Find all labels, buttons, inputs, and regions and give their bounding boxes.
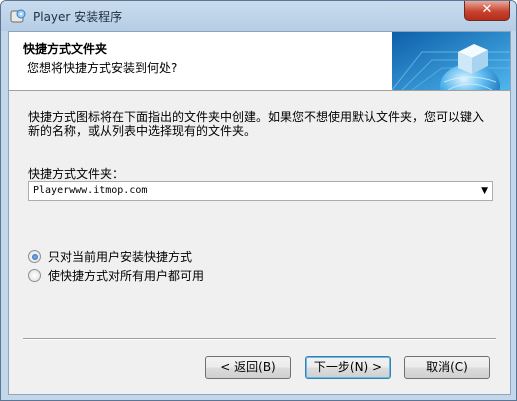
installer-app-icon	[10, 9, 26, 23]
next-button[interactable]: 下一步(N) >	[305, 356, 391, 379]
installer-window: Player 安装程序 ✕ 快捷方式文件夹 您想将快捷方式安装到何处? 快捷方式…	[0, 0, 517, 401]
chevron-down-icon[interactable]: ▼	[481, 186, 488, 196]
folder-combobox-value: Playerwww.itmop.com	[33, 185, 148, 196]
close-button[interactable]: ✕	[464, 1, 510, 21]
folder-combobox[interactable]: Playerwww.itmop.com ▼	[28, 181, 493, 201]
header-banner-image	[392, 32, 510, 90]
wizard-body: 快捷方式文件夹 您想将快捷方式安装到何处? 快捷方式图标将在下面指出的文件夹中创…	[8, 31, 511, 395]
back-button[interactable]: < 返回(B)	[205, 356, 291, 379]
radio-current-user-button[interactable]	[28, 250, 41, 263]
radio-all-users[interactable]: 使快捷方式对所有用户都可用	[28, 267, 204, 284]
wizard-header: 快捷方式文件夹 您想将快捷方式安装到何处?	[9, 32, 510, 91]
footer-divider	[23, 338, 496, 340]
radio-all-users-label[interactable]: 使快捷方式对所有用户都可用	[48, 267, 204, 284]
radio-current-user[interactable]: 只对当前用户安装快捷方式	[28, 248, 192, 265]
page-title: 快捷方式文件夹	[23, 42, 108, 56]
title-bar[interactable]: Player 安装程序 ✕	[1, 1, 516, 31]
page-subtitle: 您想将快捷方式安装到何处?	[27, 61, 178, 75]
cancel-button[interactable]: 取消(C)	[404, 356, 490, 379]
radio-current-user-label[interactable]: 只对当前用户安装快捷方式	[48, 248, 192, 265]
description-text: 快捷方式图标将在下面指出的文件夹中创建。如果您不想使用默认文件夹，您可以键入新的…	[28, 110, 485, 138]
radio-all-users-button[interactable]	[28, 269, 41, 282]
folder-label: 快捷方式文件夹：	[28, 167, 125, 181]
window-title: Player 安装程序	[33, 10, 123, 24]
